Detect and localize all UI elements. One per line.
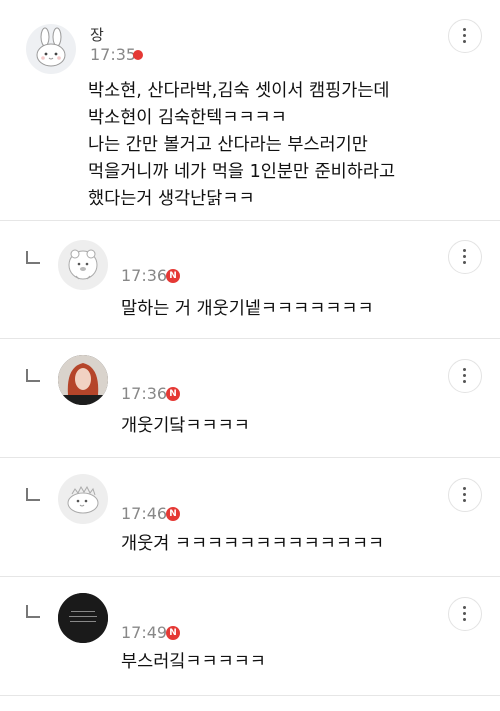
avatar[interactable] <box>26 24 76 74</box>
comment-text: 개웃기닼ㅋㅋㅋㅋ <box>121 416 250 436</box>
avatar[interactable] <box>58 355 108 405</box>
new-badge: N <box>166 626 180 640</box>
dot-icon <box>463 618 466 621</box>
dot-icon <box>463 368 466 371</box>
comment-item: 17:49 N 부스러깈ㅋㅋㅋㅋㅋ <box>0 577 500 696</box>
avatar[interactable] <box>58 474 108 524</box>
reply-indicator-icon <box>26 369 40 382</box>
avatar[interactable] <box>58 593 108 643</box>
comment-time: 17:35 <box>90 45 137 64</box>
comment-time: 17:36 <box>121 384 168 403</box>
photo-avatar <box>58 355 108 405</box>
comment-text: 부스러깈ㅋㅋㅋㅋㅋ <box>121 652 266 672</box>
avatar[interactable] <box>58 240 108 290</box>
bear-icon <box>68 249 98 280</box>
comment-item: 17:36 N 말하는 거 개웃기넽ㅋㅋㅋㅋㅋㅋㅋ <box>0 221 500 339</box>
comment-text: 개웃겨 ㅋㅋㅋㅋㅋㅋㅋㅋㅋㅋㅋㅋㅋ <box>121 534 385 554</box>
more-options-button[interactable] <box>448 597 482 631</box>
comment-item: 장 17:35 박소현, 산다라박,김숙 셋이서 캠핑가는데 박소현이 김숙한텍… <box>0 0 500 221</box>
more-options-button[interactable] <box>448 240 482 274</box>
comment-text: 박소현, 산다라박,김숙 셋이서 캠핑가는데 박소현이 김숙한텍ㅋㅋㅋㅋ 나는 … <box>88 81 396 209</box>
reply-indicator-icon <box>26 488 40 501</box>
comment-time: 17:49 <box>121 623 168 642</box>
more-options-button[interactable] <box>448 359 482 393</box>
dot-icon <box>463 612 466 615</box>
comment-text: 말하는 거 개웃기넽ㅋㅋㅋㅋㅋㅋㅋ <box>121 299 374 319</box>
comment-author[interactable]: 장 <box>90 24 104 45</box>
dinosaur-icon <box>67 485 99 514</box>
more-options-button[interactable] <box>448 19 482 53</box>
dark-avatar <box>58 593 108 643</box>
dot-icon <box>463 606 466 609</box>
new-badge: N <box>166 507 180 521</box>
new-badge: N <box>166 387 180 401</box>
dot-icon <box>463 487 466 490</box>
reply-indicator-icon <box>26 251 40 264</box>
comment-time: 17:36 <box>121 266 168 285</box>
more-options-button[interactable] <box>448 478 482 512</box>
comment-time: 17:46 <box>121 504 168 523</box>
dot-icon <box>463 493 466 496</box>
rabbit-icon <box>36 27 66 67</box>
dot-icon <box>463 499 466 502</box>
dot-icon <box>463 261 466 264</box>
comment-item: 17:46 N 개웃겨 ㅋㅋㅋㅋㅋㅋㅋㅋㅋㅋㅋㅋㅋ <box>0 458 500 577</box>
dot-icon <box>463 40 466 43</box>
dot-icon <box>463 249 466 252</box>
dot-icon <box>463 34 466 37</box>
reply-indicator-icon <box>26 605 40 618</box>
new-badge: N <box>166 269 180 283</box>
dot-icon <box>463 380 466 383</box>
new-badge <box>133 50 143 60</box>
dot-icon <box>463 28 466 31</box>
comment-item: 17:36 N 개웃기닼ㅋㅋㅋㅋ <box>0 339 500 458</box>
dot-icon <box>463 255 466 258</box>
dot-icon <box>463 374 466 377</box>
